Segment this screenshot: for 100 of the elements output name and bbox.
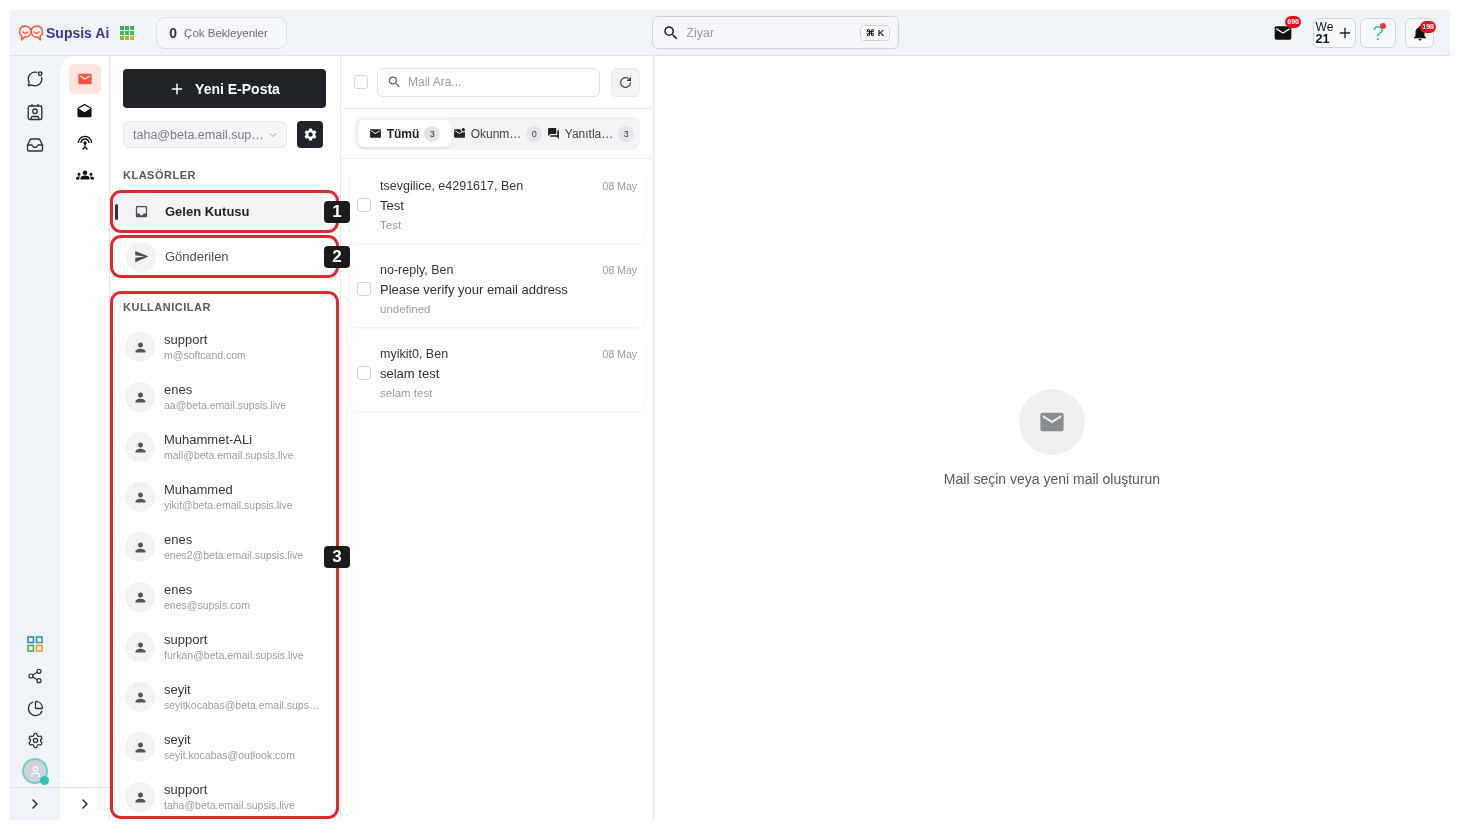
mail-sender: myikit0, Ben xyxy=(380,346,450,361)
workspace-button[interactable]: We 21 xyxy=(1313,17,1356,48)
user-item[interactable]: seyit seyitkocabas@beta.email.sups… xyxy=(123,672,322,722)
empty-state-text: Mail seçin veya yeni mail oluşturun xyxy=(943,471,1161,487)
filter-tab[interactable]: Yanıtla… 3 xyxy=(544,120,637,147)
mail-item[interactable]: myikit0, Ben 08 May selam test selam test xyxy=(350,336,645,411)
user-name: support xyxy=(164,781,209,798)
user-name: Muhammet-ALi xyxy=(164,431,254,448)
person-icon xyxy=(125,782,155,812)
user-item[interactable]: seyit seyit.kocabas@outlook.com xyxy=(123,722,322,772)
user-item[interactable]: enes enes2@beta.email.supsis.live xyxy=(123,522,322,572)
contact-card-icon xyxy=(26,103,44,121)
settings-icon xyxy=(26,731,44,749)
mail-preview: undefined xyxy=(380,303,432,315)
antenna-icon xyxy=(76,135,93,151)
user-email: seyit.kocabas@outlook.com xyxy=(164,748,295,763)
user-email: seyitkocabas@beta.email.sups… xyxy=(164,698,320,713)
settings-button[interactable] xyxy=(297,121,323,148)
user-item[interactable]: enes enes@supsis.com xyxy=(123,572,322,622)
mail-item[interactable]: tsevgilice, e4291617, Ben 08 May Test Test xyxy=(350,168,645,243)
mail-preview: selam test xyxy=(380,387,434,399)
tiles-grid-icon xyxy=(27,636,43,652)
person-icon xyxy=(125,632,155,662)
user-email: enes@supsis.com xyxy=(164,598,250,613)
user-email: taha@beta.email.supsis.live xyxy=(164,798,295,813)
chat-bubble-icon xyxy=(26,70,44,88)
person-icon xyxy=(125,582,155,612)
user-name: support xyxy=(164,631,209,648)
user-name: Muhammed xyxy=(164,481,234,498)
user-name: support xyxy=(164,331,209,348)
mail-date: 08 May xyxy=(602,347,637,360)
user-name: seyit xyxy=(164,731,192,748)
account-select[interactable]: taha@beta.email.sup… xyxy=(123,121,287,148)
user-email: enes2@beta.email.supsis.live xyxy=(164,548,304,563)
mail-sender: no-reply, Ben xyxy=(380,262,455,277)
number-badge: 2 xyxy=(324,245,350,268)
person-icon xyxy=(125,532,155,562)
user-item[interactable]: support taha@beta.email.supsis.live xyxy=(123,772,322,819)
user-name: enes xyxy=(164,531,194,548)
mail-date: 08 May xyxy=(602,263,637,276)
person-icon xyxy=(125,332,155,362)
search-field[interactable]: Mail Ara... xyxy=(377,67,600,97)
active-indicator xyxy=(115,204,118,220)
pie-chart-icon xyxy=(26,699,44,717)
user-item[interactable]: Muhammed yikit@beta.email.supsis.live xyxy=(123,472,322,522)
folder-item[interactable]: Gelen Kutusu xyxy=(113,193,323,230)
user-email: mali@beta.email.supsis.live xyxy=(164,448,294,463)
share-icon xyxy=(27,668,43,684)
section-heading: KULLANICILAR xyxy=(123,300,212,314)
user-item[interactable]: support furkan@beta.email.supsis.live xyxy=(123,622,322,672)
count-badge: 3 xyxy=(618,125,635,142)
refresh-button[interactable] xyxy=(611,67,640,97)
person-icon xyxy=(125,382,155,412)
mail-date: 08 May xyxy=(602,179,637,192)
chat-icon xyxy=(546,127,560,140)
user-item[interactable]: Muhammet-ALi mali@beta.email.supsis.live xyxy=(123,422,322,472)
filter-tab[interactable]: Okunm… 0 xyxy=(451,120,544,147)
user-item[interactable]: enes aa@beta.email.supsis.live xyxy=(123,372,322,422)
checkbox[interactable] xyxy=(357,198,371,212)
user-email: furkan@beta.email.supsis.live xyxy=(164,648,304,663)
inbox-tray-icon xyxy=(26,136,44,154)
section-heading: KLASÖRLER xyxy=(123,168,197,182)
person-icon xyxy=(125,732,155,762)
person-icon xyxy=(125,432,155,462)
mail-icon xyxy=(368,127,382,140)
mail-sender: tsevgilice, e4291617, Ben xyxy=(380,178,525,193)
inbox-icon xyxy=(133,204,149,219)
user-name: seyit xyxy=(164,681,192,698)
settings-icon xyxy=(302,127,318,142)
checkbox[interactable] xyxy=(357,282,371,296)
mail-preview: Test xyxy=(380,219,403,231)
user-email: aa@beta.email.supsis.live xyxy=(164,398,287,413)
send-icon xyxy=(133,249,149,264)
number-badge: 1 xyxy=(324,200,350,223)
filter-tab[interactable]: Tümü 3 xyxy=(358,120,451,147)
user-name: enes xyxy=(164,381,194,398)
mail-subject: Test xyxy=(380,197,405,213)
checkbox[interactable] xyxy=(357,366,371,380)
unread-mail-icon xyxy=(452,127,466,140)
count-badge: 0 xyxy=(526,125,543,142)
person-icon xyxy=(28,764,42,778)
count-badge: 3 xyxy=(424,125,441,142)
person-icon xyxy=(125,482,155,512)
open-envelope-icon xyxy=(76,102,93,120)
mail-icon xyxy=(76,71,93,87)
mail-subject: selam test xyxy=(380,365,441,381)
mail-subject: Please verify your email address xyxy=(380,281,569,297)
person-icon xyxy=(125,682,155,712)
mail-item[interactable]: no-reply, Ben 08 May Please verify your email address undefined xyxy=(350,252,645,327)
user-email: m@softcand.com xyxy=(164,348,246,363)
user-email: yikit@beta.email.supsis.live xyxy=(164,498,293,513)
refresh-icon xyxy=(619,75,632,89)
brand-name: Supsis Ai xyxy=(46,24,110,41)
checkbox[interactable] xyxy=(354,75,368,89)
user-item[interactable]: support m@softcand.com xyxy=(123,322,322,372)
pending-button[interactable]: 0 Çok Bekleyenler xyxy=(156,16,288,49)
compose-button[interactable]: Yeni E-Posta xyxy=(123,69,326,108)
logo-icon xyxy=(19,23,43,42)
folder-item[interactable]: Gönderilen xyxy=(113,238,323,275)
number-badge: 3 xyxy=(324,545,350,568)
